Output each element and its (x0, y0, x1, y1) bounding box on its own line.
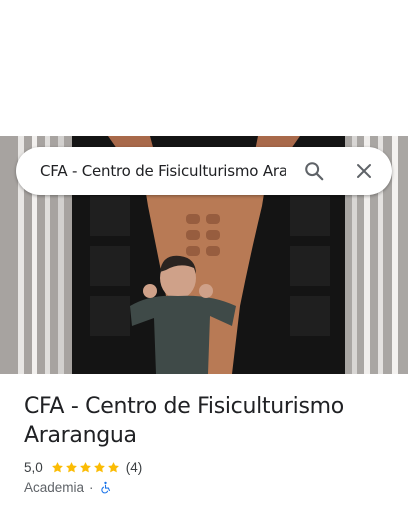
rating-value: 5,0 (24, 460, 43, 475)
search-bar[interactable]: CFA - Centro de Fisiculturismo Ararangua (16, 147, 392, 195)
rating-row[interactable]: 5,0 (4) (24, 460, 384, 475)
search-button[interactable] (294, 151, 334, 191)
category-row: Academia · (24, 480, 384, 495)
separator: · (89, 480, 94, 495)
star-icon (107, 462, 119, 473)
search-icon (305, 162, 324, 181)
review-count[interactable]: (4) (126, 460, 143, 475)
place-category: Academia (24, 480, 85, 495)
place-info: CFA - Centro de Fisiculturismo Ararangua… (24, 392, 384, 495)
search-input[interactable]: CFA - Centro de Fisiculturismo Ararangua (40, 162, 286, 180)
star-icon (93, 462, 105, 473)
star-icon (51, 462, 63, 473)
star-icon (79, 462, 91, 473)
close-icon (357, 164, 371, 178)
place-title: CFA - Centro de Fisiculturismo Ararangua (24, 394, 344, 448)
close-button[interactable] (344, 151, 384, 191)
star-rating (51, 461, 121, 474)
star-icon (65, 462, 77, 473)
wheelchair-icon (100, 481, 110, 494)
